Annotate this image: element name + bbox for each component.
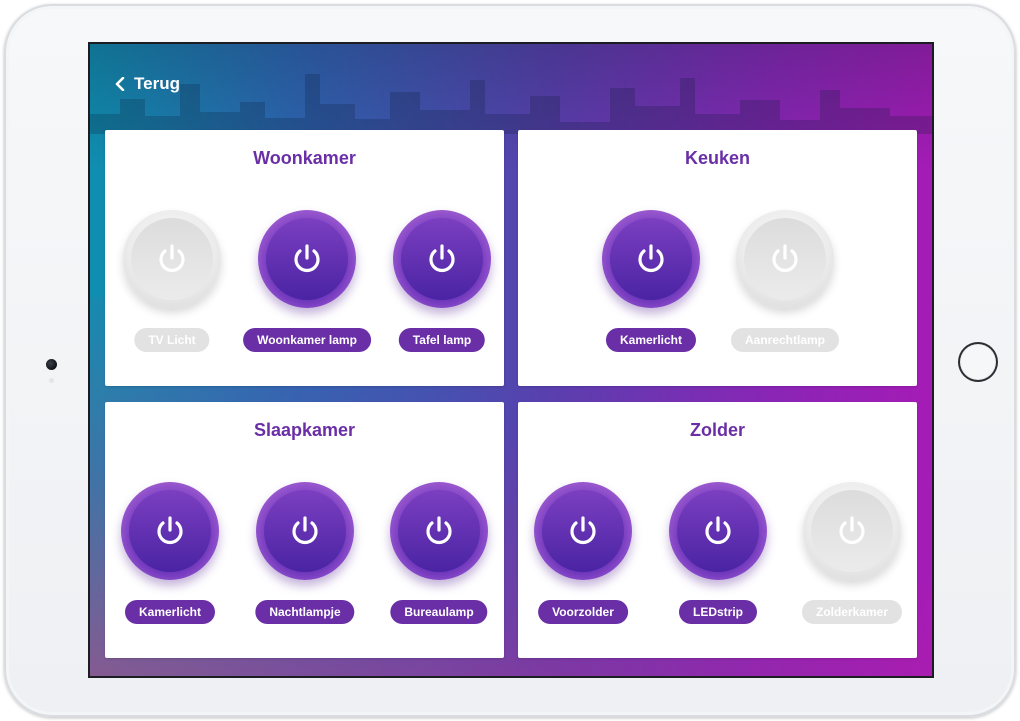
- power-button[interactable]: [390, 482, 488, 580]
- room-title: Slaapkamer: [253, 420, 356, 440]
- room-card-woonkamer: Woonkamer TV Licht Woonkamer lamp Tafel …: [105, 130, 504, 386]
- room-card-slaapkamer: Slaapkamer Kamerlicht Nachtlampje Bureau…: [105, 402, 504, 658]
- power-button[interactable]: [736, 210, 834, 308]
- lamp-label[interactable]: LEDstrip: [678, 600, 758, 624]
- back-button[interactable]: Terug: [114, 74, 180, 94]
- lamp-label[interactable]: Zolderkamer: [801, 600, 903, 624]
- sensor-dot: [49, 378, 54, 383]
- lamp-label[interactable]: Kamerlicht: [605, 328, 697, 352]
- power-button[interactable]: [393, 210, 491, 308]
- power-button[interactable]: [258, 210, 356, 308]
- power-icon: [157, 516, 183, 545]
- lamp-label[interactable]: Aanrechtlamp: [730, 328, 840, 352]
- power-button[interactable]: [123, 210, 221, 308]
- chevron-left-icon: [115, 77, 125, 91]
- power-icon: [292, 516, 318, 545]
- power-icon: [294, 244, 320, 273]
- power-button[interactable]: [534, 482, 632, 580]
- room-title: Keuken: [684, 148, 751, 168]
- power-icon: [839, 516, 865, 545]
- home-button[interactable]: [958, 342, 998, 382]
- power-button[interactable]: [803, 482, 901, 580]
- city-skyline-background: [90, 74, 932, 134]
- power-button[interactable]: [256, 482, 354, 580]
- room-card-zolder: Zolder Voorzolder LEDstrip Zolderkamer: [518, 402, 917, 658]
- power-icon: [159, 244, 185, 273]
- power-icon: [705, 516, 731, 545]
- power-button[interactable]: [602, 210, 700, 308]
- lamp-label[interactable]: Voorzolder: [538, 600, 628, 624]
- power-icon: [429, 244, 455, 273]
- power-button[interactable]: [669, 482, 767, 580]
- lamp-label[interactable]: TV Licht: [134, 328, 210, 352]
- power-icon: [570, 516, 596, 545]
- power-icon: [772, 244, 798, 273]
- front-camera: [46, 359, 57, 370]
- lamp-label[interactable]: Kamerlicht: [124, 600, 216, 624]
- screen: Terug Woonkamer TV Licht Woonkamer lamp …: [90, 44, 932, 676]
- power-icon: [426, 516, 452, 545]
- lamp-label[interactable]: Woonkamer lamp: [243, 328, 371, 352]
- power-icon: [638, 244, 664, 273]
- back-label: Terug: [134, 74, 180, 93]
- room-title: Woonkamer: [253, 148, 356, 168]
- lamp-label[interactable]: Nachtlampje: [255, 600, 355, 624]
- lamp-label[interactable]: Bureaulamp: [390, 600, 488, 624]
- power-button[interactable]: [121, 482, 219, 580]
- lamp-label[interactable]: Tafel lamp: [398, 328, 486, 352]
- room-card-keuken: Keuken Kamerlicht Aanrechtlamp: [518, 130, 917, 386]
- room-title: Zolder: [689, 420, 745, 440]
